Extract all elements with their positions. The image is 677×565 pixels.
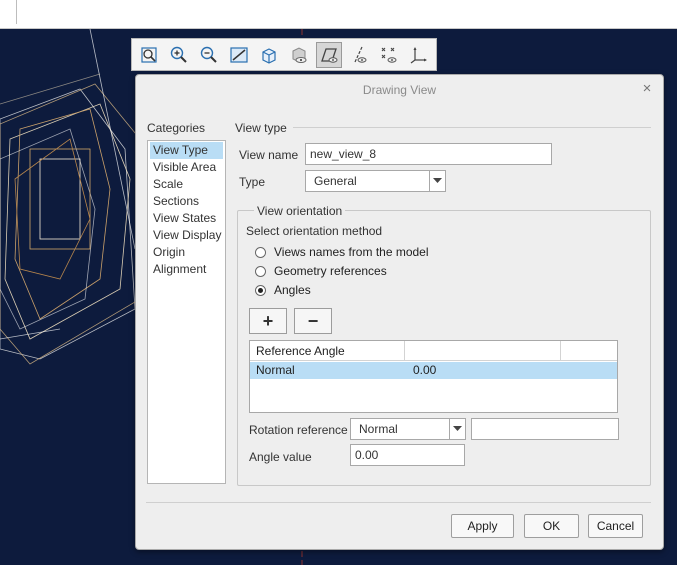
display-style-icon[interactable] — [256, 42, 282, 68]
reference-angle-table: Reference Angle Normal 0.00 — [249, 340, 618, 413]
rotation-reference-field[interactable] — [471, 418, 619, 440]
rotation-reference-select[interactable]: Normal — [350, 418, 466, 440]
chevron-down-icon[interactable] — [449, 419, 465, 439]
radio-view-names-label: Views names from the model — [274, 245, 429, 259]
ok-button[interactable]: OK — [524, 514, 579, 538]
view-name-input[interactable]: new_view_8 — [305, 143, 552, 165]
type-select[interactable]: General — [305, 170, 446, 192]
category-view-display[interactable]: View Display — [148, 227, 225, 244]
footer-divider — [146, 502, 651, 503]
view-name-label: View name — [239, 148, 299, 162]
angle-value-label: Angle value — [249, 450, 312, 464]
zoom-out-icon[interactable] — [196, 42, 222, 68]
categories-label: Categories — [147, 121, 206, 135]
column-header-3[interactable] — [561, 341, 617, 361]
view-toolbar — [131, 38, 437, 71]
orientation-method-label: Select orientation method — [246, 224, 383, 238]
close-icon[interactable]: × — [639, 81, 655, 97]
section-divider — [293, 127, 651, 128]
csys-display-icon[interactable] — [406, 42, 432, 68]
category-visible-area[interactable]: Visible Area — [148, 159, 225, 176]
rotation-reference-label: Rotation reference — [249, 423, 348, 437]
refit-icon[interactable] — [226, 42, 252, 68]
table-cell-angle[interactable]: 0.00 — [413, 362, 436, 379]
category-view-type[interactable]: View Type — [150, 142, 223, 159]
table-cell-reference: Normal — [256, 363, 295, 377]
radio-angles-label: Angles — [274, 283, 311, 297]
dialog-title: Drawing View — [362, 83, 437, 97]
category-scale[interactable]: Scale — [148, 176, 225, 193]
radio-geometry-references-dot[interactable] — [255, 265, 266, 277]
table-row[interactable]: Normal 0.00 — [250, 362, 617, 379]
type-select-value: General — [314, 174, 357, 188]
radio-view-names[interactable]: Views names from the model — [255, 245, 429, 259]
radio-geometry-references-label: Geometry references — [274, 264, 387, 278]
apply-button[interactable]: Apply — [451, 514, 514, 538]
zoom-in-icon[interactable] — [166, 42, 192, 68]
drawing-view-dialog: Drawing View × Categories View Type Visi… — [135, 74, 664, 550]
category-sections[interactable]: Sections — [148, 193, 225, 210]
cancel-button[interactable]: Cancel — [588, 514, 643, 538]
top-bar-separator — [16, 0, 17, 24]
chevron-down-icon[interactable] — [429, 171, 445, 191]
section-title: View type — [235, 121, 287, 135]
category-view-states[interactable]: View States — [148, 210, 225, 227]
point-display-icon[interactable] — [376, 42, 402, 68]
view-orientation-title: View orientation — [254, 204, 346, 218]
type-label: Type — [239, 175, 266, 189]
angle-value-input[interactable]: 0.00 — [350, 444, 465, 466]
plane-display-icon[interactable] — [316, 41, 342, 68]
remove-angle-button[interactable]: − — [294, 308, 332, 334]
category-origin[interactable]: Origin — [148, 244, 225, 261]
categories-list: View Type Visible Area Scale Sections Vi… — [147, 140, 226, 484]
radio-angles[interactable]: Angles — [255, 283, 311, 297]
rotation-reference-value: Normal — [359, 422, 398, 436]
top-bar — [0, 0, 677, 29]
zoom-window-icon[interactable] — [136, 42, 162, 68]
radio-angles-dot[interactable] — [255, 284, 266, 296]
add-angle-button[interactable]: + — [249, 308, 287, 334]
category-alignment[interactable]: Alignment — [148, 261, 225, 278]
radio-view-names-dot[interactable] — [255, 246, 266, 258]
radio-geometry-references[interactable]: Geometry references — [255, 264, 387, 278]
column-header-2[interactable] — [405, 341, 561, 361]
axis-display-icon[interactable] — [346, 42, 372, 68]
saved-orientations-icon[interactable] — [286, 42, 312, 68]
column-header-reference-angle[interactable]: Reference Angle — [250, 341, 405, 361]
